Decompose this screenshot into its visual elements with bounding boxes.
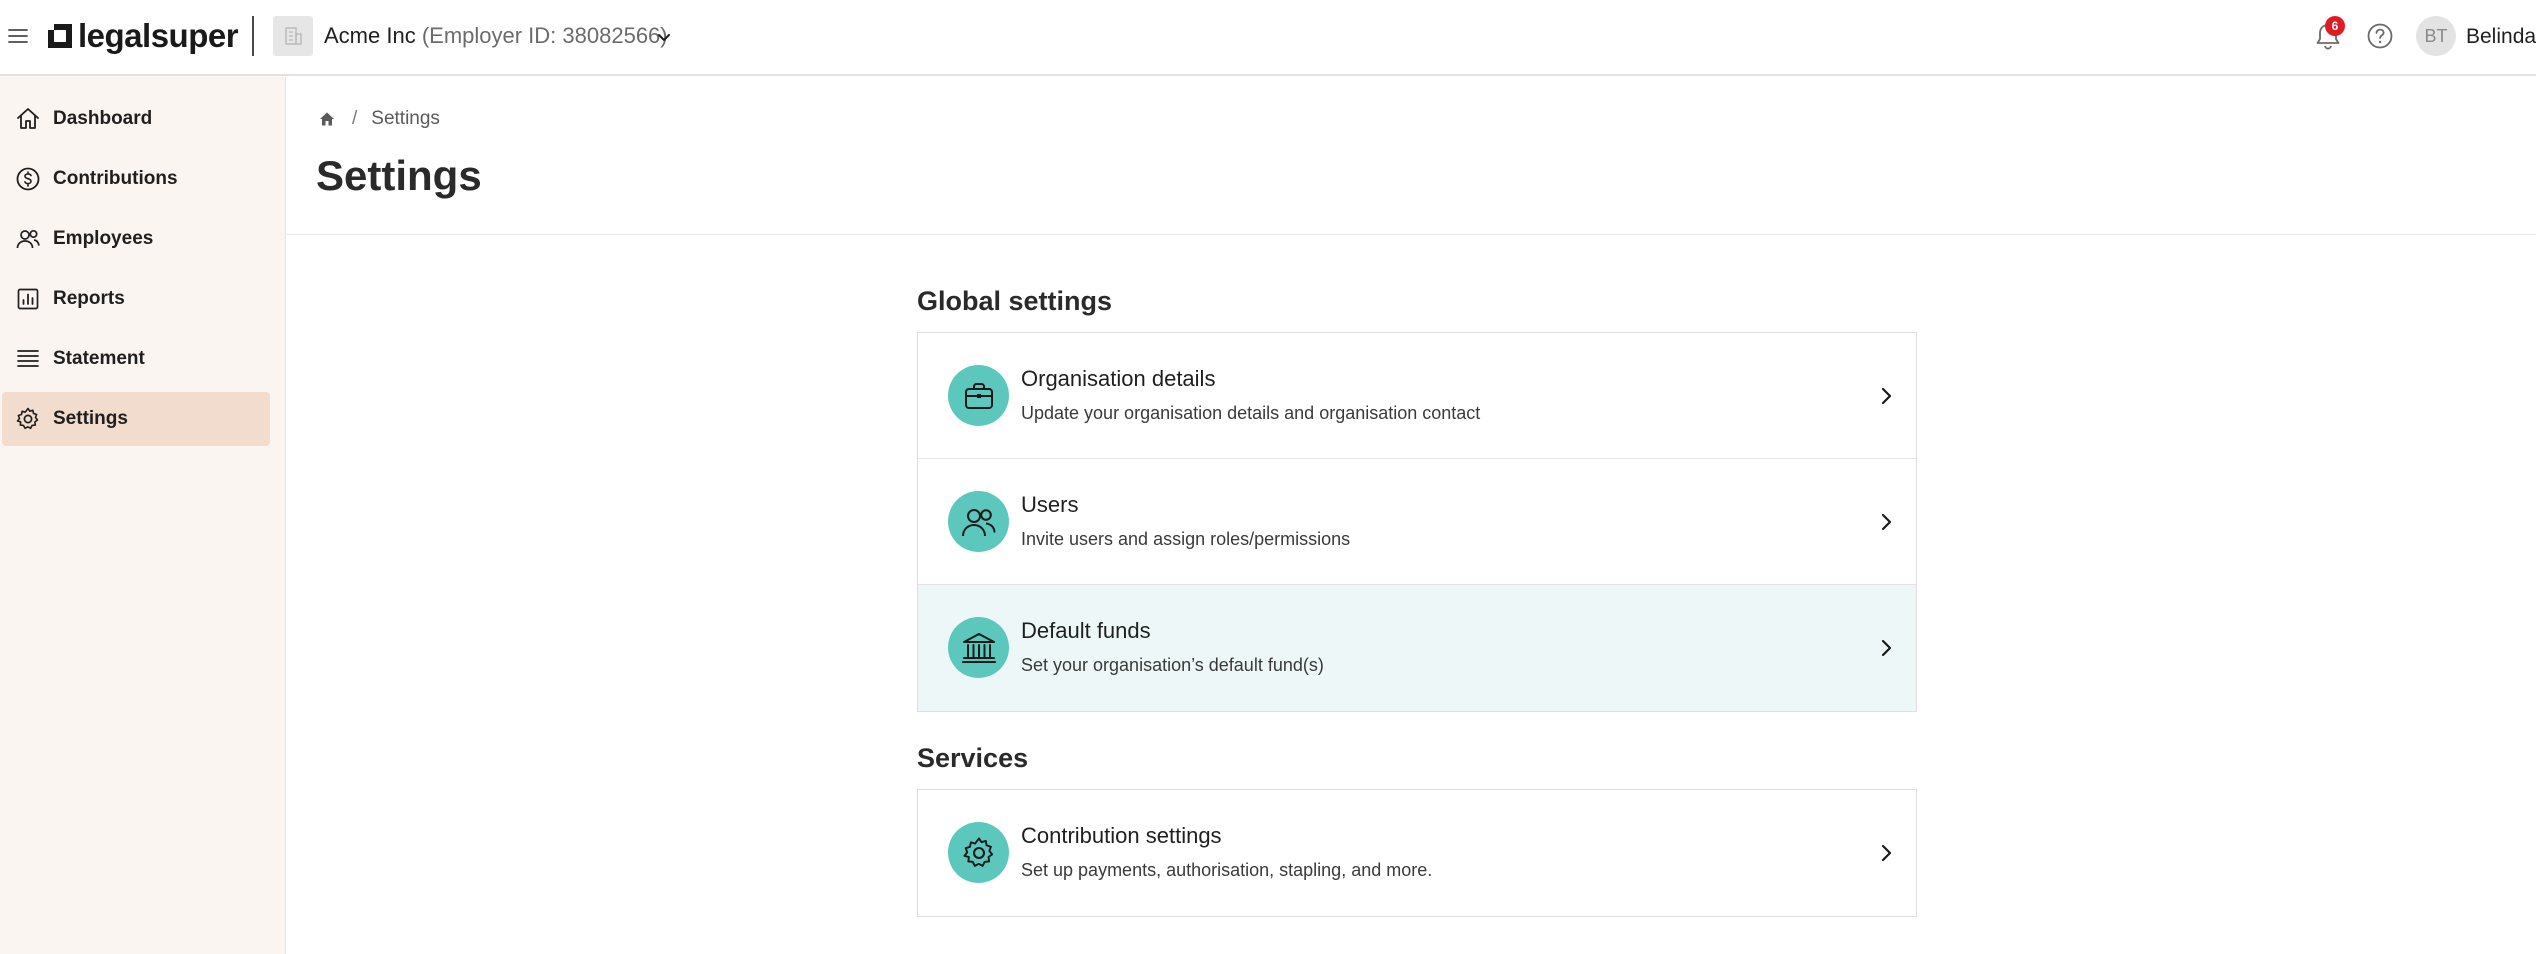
users-icon (948, 491, 1009, 552)
bank-icon (948, 617, 1009, 678)
briefcase-icon (948, 365, 1009, 426)
row-title: Contribution settings (1021, 823, 1222, 848)
row-description: Set up payments, authorisation, stapling… (1021, 860, 1433, 880)
row-description: Invite users and assign roles/permission… (1021, 529, 1351, 549)
chevron-right-icon (1881, 513, 1892, 531)
row-description: Set your organisation’s default fund(s) (1021, 655, 1324, 675)
sidebar: Dashboard Contributions Employees Report… (0, 77, 286, 954)
sidebar-item-label: Employees (53, 228, 154, 249)
services-list: Contribution settings Set up payments, a… (917, 789, 1917, 917)
sidebar-item-label: Statement (53, 348, 145, 369)
sidebar-item-label: Dashboard (53, 108, 153, 129)
sidebar-item-settings[interactable]: Settings (2, 392, 270, 446)
home-icon (14, 105, 42, 133)
breadcrumb: / Settings (318, 108, 440, 130)
chevron-right-icon (1881, 844, 1892, 862)
logo-text: legalsuper (78, 17, 239, 54)
breadcrumb-separator: / (352, 108, 358, 129)
sidebar-item-reports[interactable]: Reports (2, 272, 270, 326)
organisation-building-icon (273, 16, 313, 56)
help-icon[interactable] (2366, 22, 2394, 50)
settings-row-default-funds[interactable]: Default funds Set your organisation’s de… (918, 585, 1916, 711)
avatar[interactable]: BT (2416, 16, 2456, 56)
user-name[interactable]: Belinda (2466, 24, 2536, 50)
page-title: Settings (316, 152, 482, 199)
home-icon[interactable] (318, 110, 336, 128)
employer-id: (Employer ID: 38082566) (421, 23, 668, 48)
top-bar: legalsuper Acme Inc (Employer ID: 380825… (0, 0, 2536, 76)
settings-row-organisation-details[interactable]: Organisation details Update your organis… (918, 333, 1916, 459)
gear-icon (948, 822, 1009, 883)
organisation-name: Acme Inc (324, 23, 416, 48)
row-description: Update your organisation details and org… (1021, 403, 1481, 423)
sidebar-item-statement[interactable]: Statement (2, 332, 270, 386)
sidebar-item-dashboard[interactable]: Dashboard (2, 92, 270, 146)
sidebar-item-employees[interactable]: Employees (2, 212, 270, 266)
brand-logo[interactable]: legalsuper (46, 17, 239, 54)
people-icon (14, 225, 42, 253)
sidebar-item-label: Settings (53, 408, 128, 429)
chevron-right-icon (1881, 387, 1892, 405)
settings-row-contribution-settings[interactable]: Contribution settings Set up payments, a… (918, 790, 1916, 916)
row-title: Default funds (1021, 618, 1151, 643)
bar-chart-icon (14, 285, 42, 313)
sidebar-item-label: Contributions (53, 168, 178, 189)
section-title-services: Services (917, 743, 1029, 773)
section-title-global-settings: Global settings (917, 286, 1113, 316)
sidebar-item-label: Reports (53, 288, 125, 309)
header-divider (252, 16, 254, 56)
global-settings-list: Organisation details Update your organis… (917, 332, 1917, 712)
settings-row-users[interactable]: Users Invite users and assign roles/perm… (918, 459, 1916, 585)
dollar-circle-icon (14, 165, 42, 193)
list-icon (14, 345, 42, 373)
header-divider-line (287, 234, 2536, 235)
logo-mark-icon (48, 24, 72, 48)
row-title: Users (1021, 492, 1079, 517)
gear-icon (14, 405, 42, 433)
organisation-switcher[interactable]: Acme Inc (Employer ID: 38082566) (324, 22, 668, 50)
sidebar-item-contributions[interactable]: Contributions (2, 152, 270, 206)
hamburger-menu-icon[interactable] (6, 24, 30, 48)
breadcrumb-current: Settings (371, 108, 440, 129)
notification-badge: 6 (2325, 16, 2345, 36)
chevron-down-icon[interactable] (655, 28, 673, 46)
chevron-right-icon (1881, 639, 1892, 657)
row-title: Organisation details (1021, 366, 1216, 391)
